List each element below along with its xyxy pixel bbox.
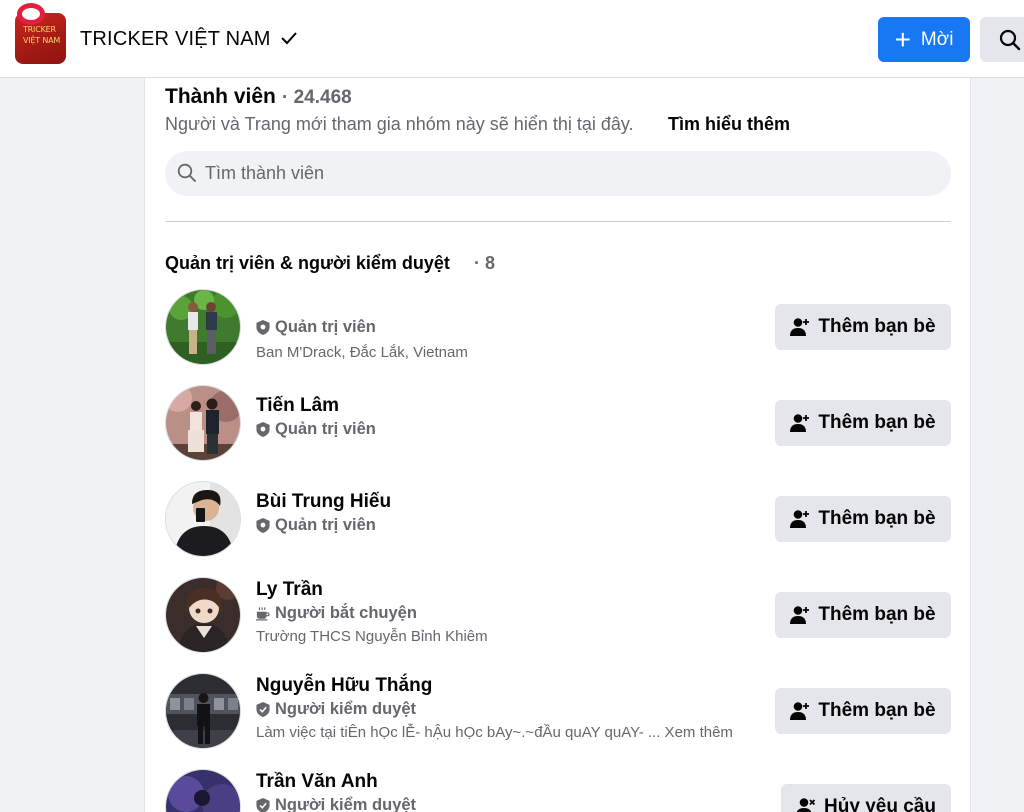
cancel-request-button[interactable]: Hủy yêu cầu	[781, 784, 951, 812]
member-role: Quản trị viên	[256, 316, 776, 338]
member-row: Bùi Trung Hiếu Quản trị viên Thêm bạn bè	[165, 481, 951, 557]
add-friend-button[interactable]: Thêm bạn bè	[775, 688, 951, 734]
member-info: Trần Văn Anh Người kiểm duyệt	[256, 770, 776, 812]
add-friend-icon	[790, 702, 810, 720]
member-name[interactable]: Ly Trần	[256, 578, 776, 602]
member-row: Tiến Lâm Quản trị viên Thêm bạn bè	[165, 385, 951, 461]
learn-more-link[interactable]: Tìm hiểu thêm	[668, 113, 790, 135]
member-info: Tiến Lâm Quản trị viên	[256, 394, 776, 440]
member-info: Ly Trần Người bắt chuyện Trường THCS Ngu…	[256, 578, 776, 648]
member-row: Trần Văn Anh Người kiểm duyệt Hủy yêu cầ…	[165, 769, 951, 812]
member-row: Quản trị viên Ban M'Drack, Đắc Lắk, Viet…	[165, 289, 951, 365]
member-role: Người kiểm duyệt	[256, 794, 776, 812]
shield-icon	[256, 421, 270, 437]
members-title: Thành viên	[165, 85, 276, 108]
divider	[165, 221, 951, 222]
member-role-label: Người kiểm duyệt	[275, 796, 417, 812]
members-count: · 24.468	[282, 87, 352, 108]
member-role-label: Quản trị viên	[275, 420, 376, 438]
member-name[interactable]: Bùi Trung Hiếu	[256, 490, 776, 514]
member-info: Nguyễn Hữu Thắng Người kiểm duyệt Làm vi…	[256, 674, 776, 744]
add-friend-label: Thêm bạn bè	[818, 604, 936, 625]
add-friend-icon	[790, 318, 810, 336]
cancel-request-label: Hủy yêu cầu	[824, 796, 936, 812]
add-friend-label: Thêm bạn bè	[818, 316, 936, 337]
add-friend-label: Thêm bạn bè	[818, 508, 936, 529]
invite-button[interactable]: + Mời	[878, 17, 970, 62]
add-friend-button[interactable]: Thêm bạn bè	[775, 592, 951, 638]
avatar[interactable]	[165, 577, 241, 653]
shield-check-icon	[256, 797, 270, 812]
member-role: Quản trị viên	[256, 514, 776, 536]
member-role: Người bắt chuyện	[256, 602, 776, 624]
group-logo-text: TRICKER VIỆT NAM	[23, 25, 61, 45]
member-name[interactable]: Tiến Lâm	[256, 394, 776, 418]
add-friend-icon	[790, 510, 810, 528]
shield-icon	[256, 517, 270, 533]
members-description: Người và Trang mới tham gia nhóm này sẽ …	[165, 114, 634, 134]
member-row: Nguyễn Hữu Thắng Người kiểm duyệt Làm vi…	[165, 673, 951, 749]
shield-check-icon	[256, 701, 270, 717]
add-friend-button[interactable]: Thêm bạn bè	[775, 400, 951, 446]
add-friend-icon	[790, 414, 810, 432]
member-search-input[interactable]	[205, 151, 925, 196]
admins-section-count: · 8	[474, 253, 496, 273]
member-name[interactable]: Nguyễn Hữu Thắng	[256, 674, 776, 698]
member-search-field[interactable]	[165, 151, 951, 196]
member-detail: Trường THCS Nguyễn Bỉnh Khiêm	[256, 628, 488, 645]
cancel-request-icon	[796, 798, 816, 812]
member-detail: Làm việc tại tiÊn hỌc lỄ- hẬu hỌc bAy~.~…	[256, 724, 733, 741]
member-role: Quản trị viên	[256, 418, 776, 440]
add-friend-button[interactable]: Thêm bạn bè	[775, 304, 951, 350]
add-friend-label: Thêm bạn bè	[818, 412, 936, 433]
member-role-label: Quản trị viên	[275, 318, 376, 336]
add-friend-label: Thêm bạn bè	[818, 700, 936, 721]
member-role: Người kiểm duyệt	[256, 698, 776, 720]
member-info: Quản trị viên Ban M'Drack, Đắc Lắk, Viet…	[256, 316, 776, 364]
member-info: Bùi Trung Hiếu Quản trị viên	[256, 490, 776, 536]
admins-section-title: Quản trị viên & người kiểm duyệt	[165, 253, 450, 273]
member-name[interactable]: Trần Văn Anh	[256, 770, 776, 794]
member-detail: Ban M'Drack, Đắc Lắk, Vietnam	[256, 344, 468, 361]
search-icon	[177, 163, 196, 182]
avatar[interactable]	[165, 289, 241, 365]
invite-button-label: Mời	[920, 28, 954, 50]
notification-dot	[17, 3, 45, 25]
avatar[interactable]	[165, 481, 241, 557]
verified-check-icon	[281, 32, 297, 45]
avatar[interactable]	[165, 385, 241, 461]
group-name[interactable]: TRICKER VIỆT NAM	[80, 27, 271, 51]
search-icon	[999, 29, 1021, 51]
member-row: Ly Trần Người bắt chuyện Trường THCS Ngu…	[165, 577, 951, 653]
member-role-label: Người bắt chuyện	[275, 604, 417, 622]
plus-icon: +	[894, 23, 911, 55]
coffee-cup-icon	[256, 606, 270, 620]
member-role-label: Người kiểm duyệt	[275, 700, 417, 718]
shield-icon	[256, 319, 270, 335]
member-role-label: Quản trị viên	[275, 516, 376, 534]
search-button[interactable]	[980, 17, 1024, 62]
add-friend-button[interactable]: Thêm bạn bè	[775, 496, 951, 542]
avatar[interactable]	[165, 673, 241, 749]
group-header: TRICKER VIỆT NAM TRICKER VIỆT NAM + Mời	[0, 0, 1024, 78]
add-friend-icon	[790, 606, 810, 624]
avatar[interactable]	[165, 769, 241, 812]
